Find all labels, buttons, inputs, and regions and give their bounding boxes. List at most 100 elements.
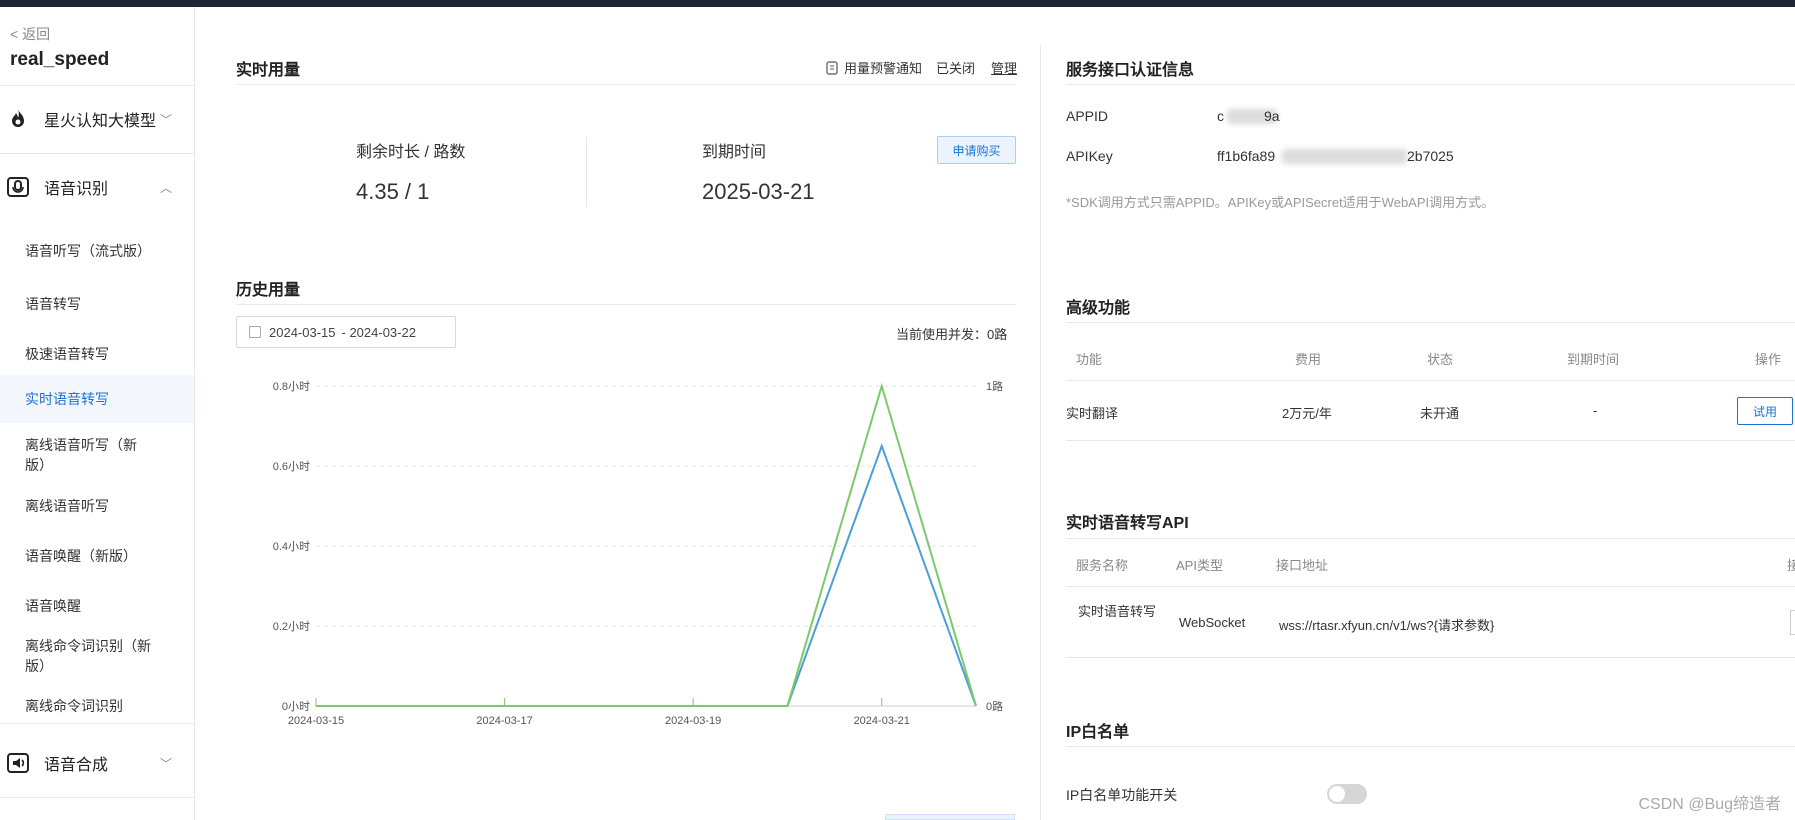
sidebar-item-wakeup-new[interactable]: 语音唤醒（新版）: [0, 534, 194, 578]
usage-chart: 0小时 0.2小时 0.4小时 0.6小时 0.8小时 0路 1路 2024-03-15 202…: [273, 380, 1003, 727]
divider: [236, 84, 1016, 85]
th-fee: 费用: [1295, 352, 1322, 367]
y-right-tick-label: 1路: [986, 380, 1003, 393]
flame-icon: [12, 109, 24, 127]
sidebar-item-transcribe[interactable]: 语音转写: [0, 282, 194, 326]
history-usage-title: 历史用量: [236, 282, 301, 299]
sidebar-category-tts[interactable]: 语音合成 ﹀: [0, 741, 195, 785]
realtime-usage-title: 实时用量: [236, 62, 301, 79]
divider: [1066, 657, 1795, 658]
row-action-edge[interactable]: [1790, 610, 1795, 635]
th-service-name: 服务名称: [1076, 558, 1129, 573]
td-api-type: WebSocket: [1179, 615, 1246, 630]
y-right-tick-label: 0路: [986, 700, 1003, 713]
advanced-title: 高级功能: [1066, 300, 1131, 317]
remaining-value: 4.35 / 1: [356, 179, 430, 204]
y-left-tick-label: 0.8小时: [273, 380, 310, 393]
api-title: 实时语音转写API: [1066, 515, 1189, 532]
divider: [1066, 586, 1795, 587]
ip-whitelist-title: IP白名单: [1066, 724, 1130, 741]
y-left-tick-label: 0.2小时: [273, 620, 310, 633]
th-action: 操作: [1755, 352, 1782, 367]
td-expire: -: [1593, 403, 1598, 418]
date-range-picker[interactable]: 2024-03-15 - 2024-03-22: [236, 316, 456, 348]
th-more: 接: [1787, 558, 1795, 573]
sidebar-category-label: 语音合成: [44, 757, 109, 774]
series-line-0: [316, 443, 977, 707]
sidebar-category-spark[interactable]: 星火认知大模型 ﹀: [0, 97, 195, 141]
sidebar-item-offline-cmd-new[interactable]: 离线命令词识别（新版）: [0, 632, 194, 680]
th-status: 状态: [1427, 352, 1454, 367]
chevron-down-icon: ﹀: [160, 756, 173, 771]
top-bar: [0, 0, 1795, 7]
sidebar-category-label: 星火认知大模型: [44, 113, 157, 130]
auth-info-title: 服务接口认证信息: [1066, 62, 1195, 79]
usage-alert-label: 用量预警通知: [844, 61, 923, 76]
divider: [236, 304, 1016, 305]
y-left-tick-label: 0.6小时: [273, 460, 310, 473]
th-expire: 到期时间: [1567, 352, 1620, 367]
th-api-type: API类型: [1176, 558, 1223, 573]
date-start: 2024-03-15: [269, 324, 336, 340]
auth-note: *SDK调用方式只需APPID。APIKey或APISecret适用于WebAP…: [1066, 195, 1495, 210]
bottom-button[interactable]: [885, 814, 1015, 820]
y-left-tick-label: 0.4小时: [273, 540, 310, 553]
apikey-label: APIKey: [1066, 148, 1113, 164]
current-concurrency: 当前使用并发：0路: [896, 327, 1008, 342]
sidebar-category-asr[interactable]: 语音识别 ︿: [0, 165, 195, 209]
td-endpoint: wss://rtasr.xfyun.cn/v1/ws?{请求参数}: [1279, 618, 1495, 633]
divider: [1066, 538, 1795, 539]
apply-purchase-button[interactable]: 申请购买: [937, 136, 1016, 164]
x-tick-label: 2024-03-21: [854, 715, 910, 727]
sidebar-divider: [0, 85, 195, 86]
sidebar-item-offline-cmd[interactable]: 离线命令词识别: [0, 684, 194, 728]
sidebar-item-fast-transcribe[interactable]: 极速语音转写: [0, 332, 194, 376]
sidebar-item-offline-asr-new[interactable]: 离线语音听写（新版）: [0, 431, 194, 479]
app-name: real_speed: [10, 49, 110, 70]
apikey-prefix: ff1b6fa89: [1217, 148, 1276, 164]
manage-link[interactable]: 管理: [991, 58, 1017, 77]
sidebar: < 返回 real_speed 星火认知大模型 ﹀ 语音识别 ︿ 语音听写（流式…: [0, 7, 195, 820]
apikey-suffix: 2b7025: [1407, 148, 1454, 164]
x-tick-label: 2024-03-17: [476, 715, 532, 727]
td-status: 未开通: [1420, 406, 1460, 421]
divider: [1066, 440, 1795, 441]
th-feature: 功能: [1076, 352, 1103, 367]
divider: [1066, 84, 1795, 85]
speaker-icon: [7, 753, 29, 773]
ip-whitelist-toggle[interactable]: [1327, 784, 1367, 804]
watermark: CSDN @Bug缔造者: [1638, 796, 1782, 813]
sidebar-divider: [0, 153, 195, 154]
divider: [1066, 322, 1795, 323]
appid-suffix: 9a: [1264, 108, 1280, 124]
chevron-down-icon: ﹀: [160, 112, 173, 127]
usage-alert-status: 已关闭: [936, 61, 976, 76]
trial-button[interactable]: 试用: [1737, 397, 1793, 425]
sidebar-item-wakeup[interactable]: 语音唤醒: [0, 584, 194, 628]
panel-divider: [1040, 45, 1041, 820]
sidebar-item-asr-stream[interactable]: 语音听写（流式版）: [0, 229, 194, 273]
sidebar-category-label: 语音识别: [44, 181, 109, 198]
x-tick-label: 2024-03-15: [288, 715, 344, 727]
expire-label: 到期时间: [702, 144, 767, 161]
usage-alert: 用量预警通知 已关闭 管理: [826, 58, 1017, 77]
remaining-label: 剩余时长 / 路数: [356, 144, 466, 161]
td-feature: 实时翻译: [1066, 406, 1119, 421]
back-link[interactable]: < 返回: [10, 24, 50, 44]
calendar-icon: [249, 326, 261, 338]
sidebar-item-offline-asr[interactable]: 离线语音听写: [0, 484, 194, 528]
divider: [1066, 746, 1795, 747]
y-left-tick-label: 0小时: [282, 700, 310, 713]
x-tick-label: 2024-03-19: [665, 715, 721, 727]
sidebar-divider: [0, 723, 195, 724]
microphone-icon: [7, 177, 29, 197]
th-endpoint: 接口地址: [1276, 558, 1329, 573]
sidebar-item-realtime-transcribe[interactable]: 实时语音转写: [0, 375, 194, 423]
appid-label: APPID: [1066, 108, 1109, 124]
td-fee: 2万元/年: [1282, 406, 1332, 421]
redaction-blur: [1282, 149, 1407, 164]
bell-icon: [826, 60, 838, 75]
sidebar-divider: [0, 797, 195, 798]
date-end: - 2024-03-22: [341, 324, 416, 340]
ip-whitelist-switch-label: IP白名单功能开关: [1066, 787, 1178, 803]
